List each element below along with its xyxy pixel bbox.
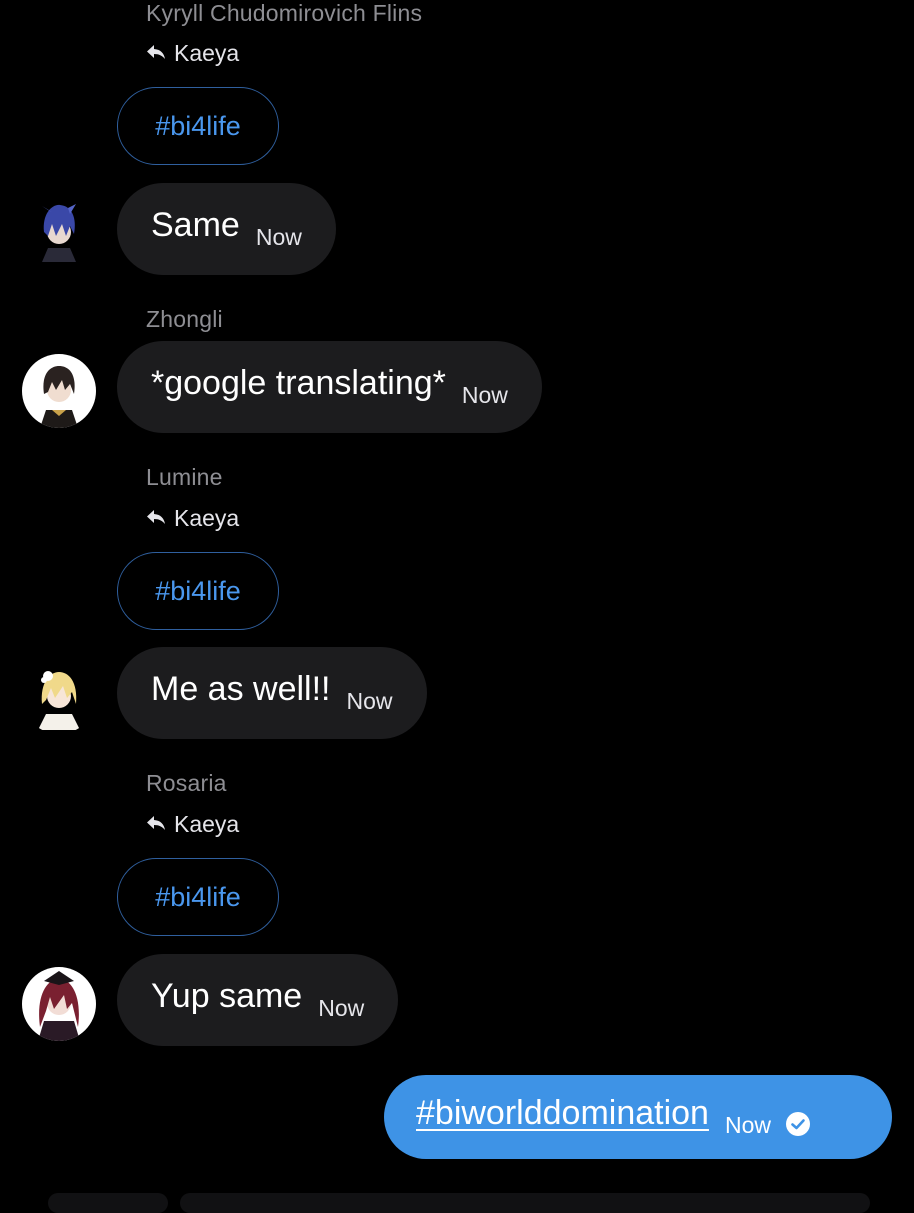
check-circle-icon — [785, 1111, 811, 1137]
reply-reference[interactable]: Kaeya — [146, 505, 239, 532]
reply-reference[interactable]: Kaeya — [146, 40, 239, 67]
reply-target-name: Kaeya — [174, 811, 240, 837]
message-time: Now — [724, 1111, 771, 1138]
quoted-message[interactable]: #bi4life — [117, 552, 279, 630]
message-input-edge[interactable] — [180, 1193, 870, 1213]
sender-name: Lumine — [146, 464, 223, 490]
message-time: Now — [318, 994, 365, 1021]
avatar[interactable] — [22, 354, 96, 428]
reply-target-name: Kaeya — [174, 505, 240, 531]
message-text: *google translating* — [151, 363, 446, 402]
message-bubble[interactable]: Yup same Now — [117, 954, 399, 1046]
avatar-image — [22, 967, 96, 1041]
reply-arrow-icon — [146, 505, 166, 532]
avatar[interactable] — [22, 660, 96, 734]
reply-target-name: Kaeya — [174, 40, 240, 66]
sender-name: Rosaria — [146, 770, 227, 796]
quoted-message[interactable]: #bi4life — [117, 858, 279, 936]
reply-reference[interactable]: Kaeya — [146, 811, 239, 838]
sender-name: Kyryll Chudomirovich Flins — [146, 0, 423, 26]
avatar[interactable] — [22, 967, 96, 1041]
avatar-image — [22, 660, 96, 734]
outgoing-message-link[interactable]: #biworlddomination — [416, 1094, 709, 1133]
message-bubble[interactable]: *google translating* Now — [117, 341, 542, 433]
message-time: Now — [255, 223, 302, 250]
outgoing-message-bubble[interactable]: #biworlddomination Now — [384, 1075, 892, 1159]
reply-arrow-icon — [146, 811, 166, 838]
message-time: Now — [461, 381, 508, 408]
message-bubble[interactable]: Same Now — [117, 183, 336, 275]
reply-arrow-icon — [146, 40, 166, 67]
message-text: Same — [151, 205, 240, 244]
message-time: Now — [346, 687, 393, 714]
sender-name: Zhongli — [146, 306, 223, 332]
quoted-message[interactable]: #bi4life — [117, 87, 279, 165]
avatar-image — [22, 354, 96, 428]
message-bubble[interactable]: Me as well!! Now — [117, 647, 427, 739]
avatar-image — [22, 196, 96, 270]
message-text: Yup same — [151, 976, 303, 1015]
message-text: Me as well!! — [151, 669, 331, 708]
bottom-toolbar-edge — [48, 1193, 168, 1213]
avatar[interactable] — [22, 196, 96, 270]
